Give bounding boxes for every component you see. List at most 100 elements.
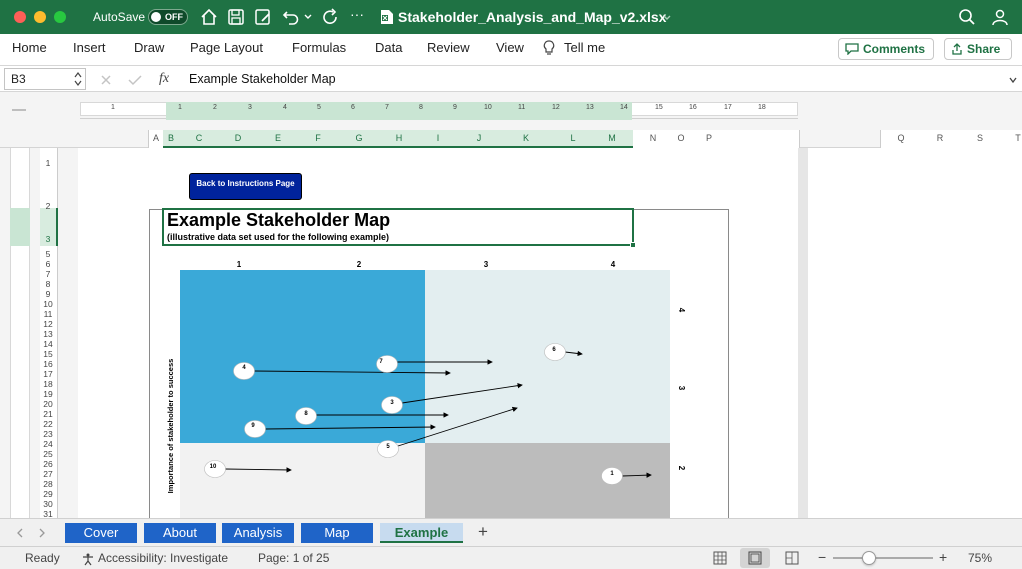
column-header[interactable]: J xyxy=(469,133,489,143)
column-header[interactable]: F xyxy=(308,133,328,143)
row-header[interactable]: 22 xyxy=(40,419,56,429)
row-header[interactable]: 14 xyxy=(40,339,56,349)
home-icon[interactable] xyxy=(200,8,218,26)
zoom-out-button[interactable]: − xyxy=(818,549,826,565)
tab-review[interactable]: Review xyxy=(427,40,470,55)
sheet-tab-analysis[interactable]: Analysis xyxy=(222,523,294,543)
tab-page-layout[interactable]: Page Layout xyxy=(190,40,263,55)
stakeholder-bubble[interactable]: 8 xyxy=(295,407,317,425)
stakeholder-bubble[interactable]: 10 xyxy=(204,460,226,478)
comments-button[interactable]: Comments xyxy=(838,38,934,60)
column-header[interactable]: T xyxy=(1008,133,1022,143)
cancel-icon[interactable] xyxy=(100,74,112,86)
scroll-left-icon[interactable] xyxy=(16,528,24,538)
row-header[interactable]: 3 xyxy=(40,234,56,244)
column-header[interactable]: P xyxy=(699,133,719,143)
tab-home[interactable]: Home xyxy=(12,40,47,55)
zoom-slider-track[interactable] xyxy=(833,557,933,559)
tab-data[interactable]: Data xyxy=(375,40,402,55)
row-header[interactable]: 6 xyxy=(40,259,56,269)
column-header[interactable]: C xyxy=(189,133,209,143)
row-header[interactable]: 7 xyxy=(40,269,56,279)
tell-me[interactable]: Tell me xyxy=(564,40,605,55)
row-header[interactable]: 17 xyxy=(40,369,56,379)
column-header[interactable]: H xyxy=(389,133,409,143)
row-header[interactable]: 12 xyxy=(40,319,56,329)
zoom-level[interactable]: 75% xyxy=(968,551,992,565)
row-header[interactable]: 20 xyxy=(40,399,56,409)
column-header[interactable]: Q xyxy=(891,133,911,143)
more-icon[interactable]: ··· xyxy=(350,6,364,22)
row-header[interactable]: 10 xyxy=(40,299,56,309)
row-header[interactable]: 18 xyxy=(40,379,56,389)
sheet-tab-about[interactable]: About xyxy=(144,523,216,543)
chevron-down-icon[interactable] xyxy=(303,12,313,22)
undo-icon[interactable] xyxy=(282,8,300,26)
back-to-instructions-button[interactable]: Back to Instructions Page xyxy=(189,173,302,200)
row-header[interactable]: 5 xyxy=(40,249,56,259)
accessibility-icon[interactable] xyxy=(81,552,95,566)
row-header[interactable]: 1 xyxy=(40,158,56,168)
stakeholder-bubble[interactable]: 1 xyxy=(601,467,623,485)
row-header[interactable]: 21 xyxy=(40,409,56,419)
row-header[interactable]: 15 xyxy=(40,349,56,359)
sheet-tab-cover[interactable]: Cover xyxy=(65,523,137,543)
tab-formulas[interactable]: Formulas xyxy=(292,40,346,55)
column-header[interactable]: G xyxy=(349,133,369,143)
column-header[interactable]: N xyxy=(643,133,663,143)
zoom-in-button[interactable]: + xyxy=(939,549,947,565)
name-box-stepper-icon[interactable] xyxy=(74,71,82,87)
column-header[interactable]: D xyxy=(228,133,248,143)
stakeholder-bubble[interactable]: 4 xyxy=(233,362,255,380)
column-header[interactable]: I xyxy=(428,133,448,143)
sheet-tab-map[interactable]: Map xyxy=(301,523,373,543)
accessibility-status[interactable]: Accessibility: Investigate xyxy=(98,551,228,565)
search-icon[interactable] xyxy=(958,8,976,26)
row-header[interactable]: 26 xyxy=(40,459,56,469)
close-window-button[interactable] xyxy=(14,11,26,23)
column-header[interactable]: R xyxy=(930,133,950,143)
fill-handle[interactable] xyxy=(630,242,636,248)
row-header[interactable]: 16 xyxy=(40,359,56,369)
column-header[interactable]: B xyxy=(161,133,181,143)
row-header[interactable]: 24 xyxy=(40,439,56,449)
tab-draw[interactable]: Draw xyxy=(134,40,164,55)
row-header[interactable]: 23 xyxy=(40,429,56,439)
row-header[interactable]: 27 xyxy=(40,469,56,479)
stakeholder-bubble[interactable]: 6 xyxy=(544,343,566,361)
column-header[interactable]: M xyxy=(602,133,622,143)
formula-input[interactable]: Example Stakeholder Map xyxy=(189,72,336,86)
share-button[interactable]: Share xyxy=(944,38,1012,60)
minimize-window-button[interactable] xyxy=(34,11,46,23)
expand-formula-icon[interactable] xyxy=(1008,72,1018,86)
tab-view[interactable]: View xyxy=(496,40,524,55)
save-icon[interactable] xyxy=(227,8,245,26)
column-header[interactable]: O xyxy=(671,133,691,143)
sheet-tab-example[interactable]: Example xyxy=(380,523,463,543)
zoom-slider-handle[interactable] xyxy=(862,551,877,565)
column-header[interactable]: E xyxy=(268,133,288,143)
row-header[interactable]: 19 xyxy=(40,389,56,399)
column-header[interactable]: S xyxy=(970,133,990,143)
stakeholder-bubble[interactable]: 9 xyxy=(244,420,266,438)
scroll-right-icon[interactable] xyxy=(38,528,46,538)
redo-icon[interactable] xyxy=(321,8,339,26)
stakeholder-bubble[interactable]: 3 xyxy=(381,396,403,414)
row-header[interactable]: 9 xyxy=(40,289,56,299)
account-icon[interactable] xyxy=(990,8,1010,26)
column-header[interactable]: K xyxy=(516,133,536,143)
enter-icon[interactable] xyxy=(128,74,142,86)
column-header[interactable]: L xyxy=(563,133,583,143)
stakeholder-bubble[interactable]: 7 xyxy=(376,355,398,373)
normal-view-icon[interactable] xyxy=(713,551,727,565)
row-header[interactable]: 30 xyxy=(40,499,56,509)
row-header[interactable]: 25 xyxy=(40,449,56,459)
row-header[interactable]: 28 xyxy=(40,479,56,489)
row-header[interactable]: 2 xyxy=(40,201,56,211)
stakeholder-bubble[interactable]: 5 xyxy=(377,440,399,458)
title-chevron-icon[interactable] xyxy=(662,13,672,23)
tab-insert[interactable]: Insert xyxy=(73,40,106,55)
page-break-view-icon[interactable] xyxy=(785,551,799,565)
row-header[interactable]: 29 xyxy=(40,489,56,499)
function-icon[interactable]: fx xyxy=(159,71,169,87)
